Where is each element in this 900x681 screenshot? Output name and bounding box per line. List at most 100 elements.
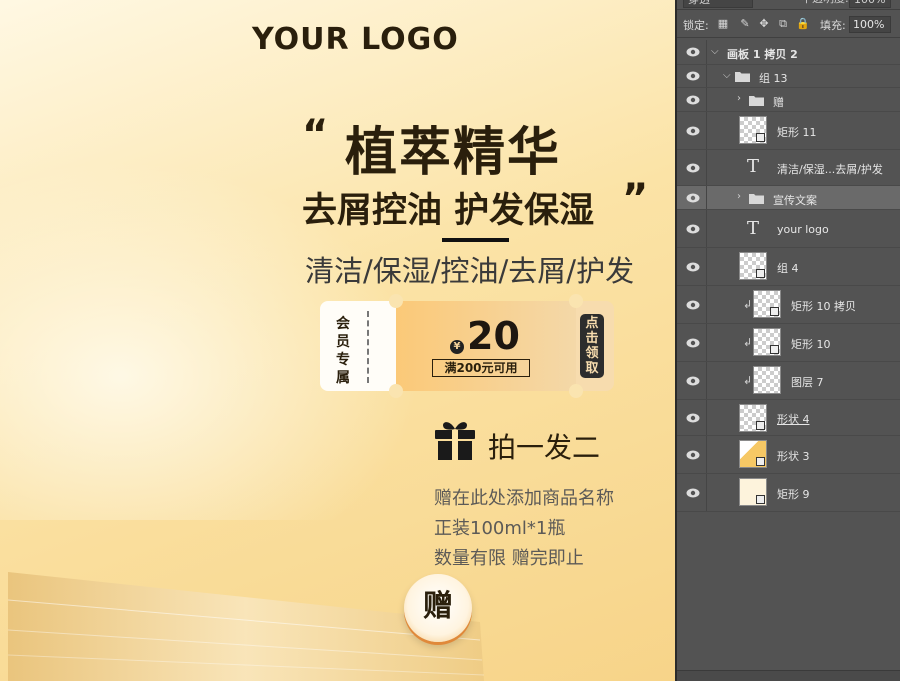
text-layer-icon: T [747,218,760,239]
coupon-amount: 20 [467,314,520,358]
lock-move-icon[interactable]: ✥ [758,18,770,30]
layer-row[interactable]: 矩形 11 [677,112,900,150]
layer-row[interactable]: ↲ 矩形 10 拷贝 [677,286,900,324]
layer-thumbnail [739,252,767,280]
eye-icon[interactable] [686,126,700,136]
fill-input[interactable]: 100% [849,16,891,33]
coupon-left-section: 会员专属 [320,301,396,391]
layer-row[interactable]: ⌵ 画板 1 拷贝 2 [677,40,900,65]
coupon-dashed-divider [367,311,369,383]
coupon-member-label: 会员专属 [336,316,350,386]
layer-name: your logo [777,223,829,236]
opacity-label: 不透明度: [797,0,853,8]
eye-icon[interactable] [686,193,700,203]
eye-icon[interactable] [686,71,700,81]
layers-panel: 穿透 不透明度: 100% 锁定: ▦ ✎ ✥ ⧉ 🔒 填充: 100% ⌵ 画… [677,0,900,681]
shape-badge-icon [770,307,779,316]
layer-name: 矩形 11 [777,126,817,139]
layer-name: 形状 3 [777,450,810,463]
opacity-input[interactable]: 100% [849,0,891,8]
layers-panel-footer [677,670,900,681]
layer-row[interactable]: 形状 4 [677,400,900,436]
chevron-right-icon[interactable]: › [737,191,741,202]
smart-object-badge-icon [756,269,765,278]
layer-name: 宣传文案 [773,194,817,207]
layer-name: 形状 4 [777,413,810,426]
layer-name: 组 13 [759,72,788,85]
clipping-mask-icon: ↲ [743,298,753,311]
eye-icon[interactable] [686,488,700,498]
layer-row[interactable]: 形状 3 [677,436,900,474]
layer-name: 赠 [773,96,784,109]
lock-bar: 锁定: ▦ ✎ ✥ ⧉ 🔒 填充: 100% [677,12,900,38]
lock-all-icon[interactable]: 🔒 [796,18,810,30]
layer-row-selected[interactable]: › 宣传文案 [677,186,900,210]
layer-thumbnail [753,290,781,318]
layer-thumbnail [739,404,767,432]
coupon-notch-top-right [569,294,583,308]
folder-icon [749,194,764,204]
shape-badge-icon [770,345,779,354]
eye-icon[interactable] [686,413,700,423]
layer-row[interactable]: ⌵ 组 13 [677,65,900,88]
gift-product-name: 赠在此处添加商品名称 [434,488,614,509]
coupon-notch-bottom-right [569,384,583,398]
layer-row[interactable]: T 清洁/保湿...去屑/护发 [677,150,900,186]
layer-thumbnail [739,478,767,506]
layer-thumbnail [739,116,767,144]
yen-icon: ¥ [450,340,464,354]
layer-row[interactable]: 矩形 9 [677,474,900,512]
layer-name: 图层 7 [791,376,824,389]
chevron-down-icon[interactable]: ⌵ [723,70,731,81]
logo-text: YOUR LOGO [252,22,459,57]
layer-row[interactable]: T your logo [677,210,900,248]
layer-row[interactable]: ↲ 矩形 10 [677,324,900,362]
eye-icon[interactable] [686,262,700,272]
layer-name: 组 4 [777,262,799,275]
layer-row[interactable]: › 赠 [677,88,900,112]
eye-icon[interactable] [686,376,700,386]
eye-icon[interactable] [686,47,700,57]
gift-title: 拍一发二 [488,431,601,464]
headline-title: 植萃精华 [345,123,562,183]
artboard-canvas[interactable]: YOUR LOGO “ 植萃精华 去屑控油 护发保湿 ” 清洁/保湿/控油/去屑… [0,0,675,681]
shape-badge-icon [756,495,765,504]
shape-badge-icon [756,421,765,430]
blend-options-bar: 穿透 不透明度: 100% [677,0,900,10]
eye-icon[interactable] [686,450,700,460]
benefits-text: 清洁/保湿/控油/去屑/护发 [305,254,635,288]
layer-name: 画板 1 拷贝 2 [727,48,798,61]
layer-thumbnail [753,328,781,356]
coupon-claim-button[interactable]: 点击领取 [580,314,604,378]
eye-icon[interactable] [686,163,700,173]
coupon-notch-bottom [389,384,403,398]
fill-label: 填充: [820,19,846,32]
eye-icon[interactable] [686,300,700,310]
lock-artboard-icon[interactable]: ⧉ [777,18,789,30]
layer-name: 清洁/保湿...去屑/护发 [777,163,883,176]
chevron-right-icon[interactable]: › [737,93,741,104]
layer-row[interactable]: 组 4 [677,248,900,286]
layer-name: 矩形 10 拷贝 [791,300,856,313]
layer-name: 矩形 9 [777,488,810,501]
lock-label: 锁定: [683,19,709,32]
chevron-down-icon[interactable]: ⌵ [711,46,719,57]
gold-platform [7,572,485,681]
layer-thumbnail [753,366,781,394]
close-quote: ” [622,176,649,222]
gift-badge: 赠 [404,574,472,642]
lock-transparency-icon[interactable]: ▦ [717,18,729,30]
shape-badge-icon [756,133,765,142]
shape-badge-icon [756,457,765,466]
folder-icon [735,72,750,82]
title-divider [442,238,509,242]
eye-icon[interactable] [686,224,700,234]
text-layer-icon: T [747,156,760,177]
eye-icon[interactable] [686,338,700,348]
layer-row[interactable]: ↲ 图层 7 [677,362,900,400]
lock-paint-icon[interactable]: ✎ [739,18,751,30]
eye-icon[interactable] [686,95,700,105]
blend-mode-select[interactable]: 穿透 [683,0,753,8]
coupon-condition: 满200元可用 [432,359,530,377]
layer-thumbnail [739,440,767,468]
